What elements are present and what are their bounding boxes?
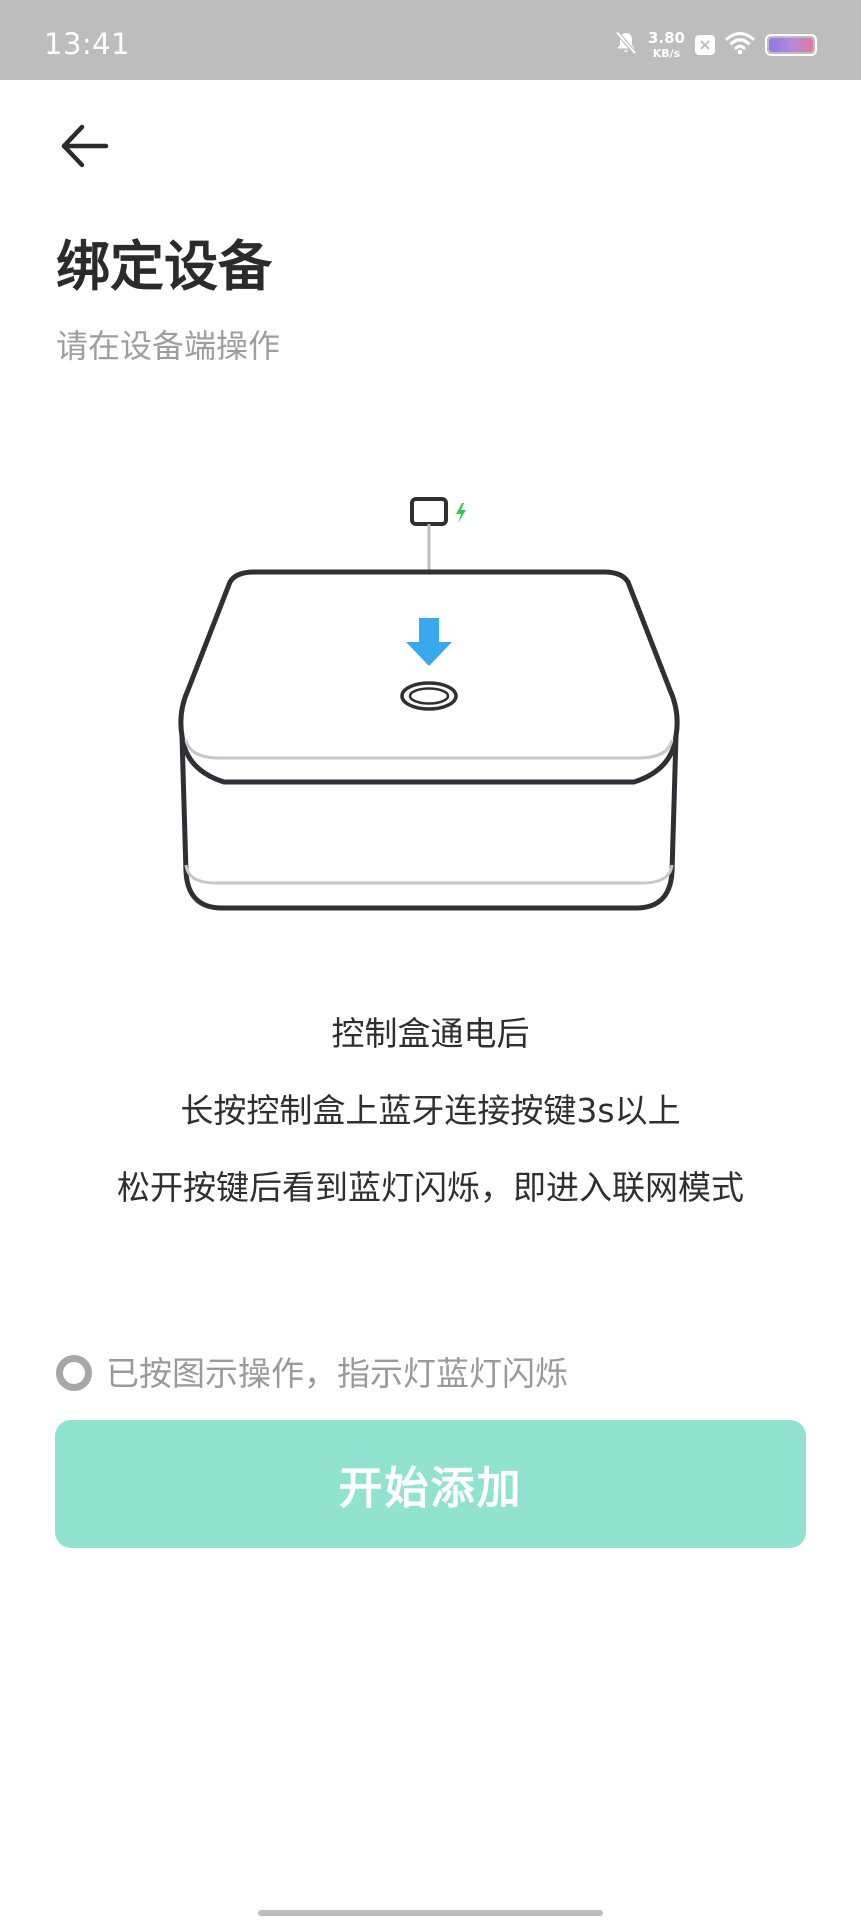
charging-bolt-icon: [456, 503, 466, 523]
bluetooth-button-icon: [400, 681, 458, 711]
net-speed: 3.80 KB/s: [647, 29, 685, 60]
device-illustration: [170, 490, 690, 920]
confirm-checkbox[interactable]: 已按图示操作，指示灯蓝灯闪烁: [56, 1355, 568, 1391]
home-indicator[interactable]: [258, 1910, 603, 1916]
arrow-left-icon: [61, 124, 109, 168]
instruction-line-3: 松开按键后看到蓝灯闪烁，即进入联网模式: [117, 1168, 744, 1207]
bind-device-screen: 13:41 3.80 KB/s × 绑定设备 请在设备端操作 控制盒通电后 长按…: [0, 0, 861, 1920]
start-add-button[interactable]: 开始添加: [55, 1420, 806, 1548]
battery-level: [769, 38, 813, 52]
wifi-icon: [725, 31, 755, 59]
status-icons: 3.80 KB/s ×: [614, 30, 817, 60]
page-subtitle: 请在设备端操作: [56, 327, 281, 365]
status-bar: 13:41 3.80 KB/s ×: [0, 0, 861, 80]
instruction-line-2: 长按控制盒上蓝牙连接按键3s以上: [180, 1091, 681, 1130]
net-speed-value: 3.80: [647, 29, 685, 47]
instructions: 控制盒通电后 长按控制盒上蓝牙连接按键3s以上 松开按键后看到蓝灯闪烁，即进入联…: [0, 1010, 861, 1241]
net-speed-unit: KB/s: [652, 47, 681, 60]
page-title: 绑定设备: [56, 235, 272, 298]
status-time: 13:41: [44, 27, 131, 61]
confirm-label: 已按图示操作，指示灯蓝灯闪烁: [106, 1353, 568, 1393]
instruction-line-1: 控制盒通电后: [331, 1014, 530, 1053]
bell-muted-icon: [614, 30, 638, 60]
radio-icon[interactable]: [56, 1355, 92, 1391]
battery-icon: [765, 34, 817, 56]
close-box-icon: ×: [695, 35, 715, 55]
back-button[interactable]: [54, 116, 114, 176]
